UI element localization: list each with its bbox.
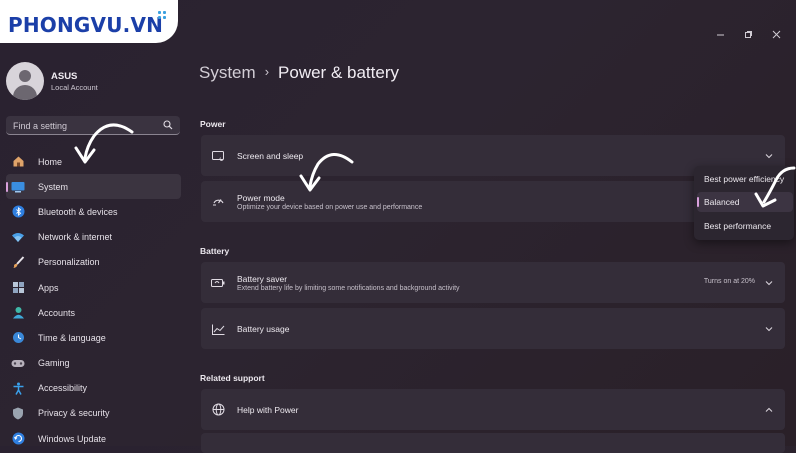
sidebar-item-apps[interactable]: Apps: [6, 275, 181, 300]
globe-icon: [211, 402, 225, 416]
section-title-related-support: Related support: [200, 373, 265, 383]
sidebar-nav: Home System Bluetooth & devices Network …: [6, 149, 181, 451]
sidebar-item-label: Home: [38, 156, 63, 167]
card-description: Extend battery life by limiting some not…: [237, 285, 460, 292]
dropdown-option-best-performance[interactable]: Best performance: [704, 221, 771, 231]
chevron-down-icon[interactable]: [764, 324, 774, 334]
chevron-right-icon: ›: [264, 64, 270, 79]
user-name: ASUS: [51, 71, 78, 82]
card-title: Battery usage: [237, 324, 290, 334]
card-title: Help with Power: [237, 405, 299, 415]
card-next: [201, 433, 785, 453]
sidebar-item-windows-update[interactable]: Windows Update: [6, 426, 181, 451]
battery-saver-icon: [211, 276, 225, 290]
card-help-with-power[interactable]: Help with Power: [201, 389, 785, 430]
breadcrumb-parent[interactable]: System: [199, 63, 256, 82]
sidebar-item-personalization[interactable]: Personalization: [6, 250, 181, 275]
card-battery-saver[interactable]: Battery saver Extend battery life by lim…: [201, 262, 785, 303]
chart-line-icon: [211, 322, 225, 336]
sidebar-item-label: Accessibility: [38, 383, 88, 394]
card-title: Battery saver: [237, 274, 288, 284]
apps-icon: [11, 281, 25, 295]
sidebar-item-accessibility[interactable]: Accessibility: [6, 376, 181, 401]
battery-saver-status: Turns on at 20%: [703, 278, 755, 285]
sidebar-item-system[interactable]: System: [6, 174, 181, 200]
minimize-icon: [716, 34, 724, 35]
annotation-arrow-icon: [74, 123, 134, 164]
sidebar-item-label: Windows Update: [38, 433, 107, 444]
sidebar-item-network[interactable]: Network & internet: [6, 225, 181, 250]
restore-icon: [744, 30, 752, 38]
page-title: Power & battery: [278, 63, 399, 82]
sidebar-item-bluetooth[interactable]: Bluetooth & devices: [6, 199, 181, 224]
system-icon: [11, 180, 25, 194]
chevron-down-icon[interactable]: [764, 278, 774, 288]
search-icon[interactable]: [163, 120, 173, 130]
card-description: Optimize your device based on power use …: [237, 204, 423, 211]
accessibility-icon: [11, 381, 25, 395]
user-account-type: Local Account: [51, 83, 98, 92]
dropdown-selected-indicator: [697, 197, 699, 207]
bluetooth-icon: [11, 205, 25, 219]
section-title-power: Power: [200, 119, 226, 129]
sidebar-item-time-language[interactable]: Time & language: [6, 325, 181, 350]
card-battery-usage[interactable]: Battery usage: [201, 308, 785, 349]
accounts-icon: [11, 306, 25, 320]
sidebar-item-label: Accounts: [38, 307, 76, 318]
sidebar-item-label: Bluetooth & devices: [38, 206, 118, 217]
close-icon: [772, 30, 780, 38]
gamepad-icon: [11, 356, 25, 370]
annotation-arrow-icon: [299, 153, 354, 192]
phongvu-logo: PHONGVU.VN: [0, 0, 178, 43]
sidebar-item-gaming[interactable]: Gaming: [6, 351, 181, 376]
window-controls: [706, 26, 790, 42]
dropdown-option-balanced[interactable]: Balanced: [704, 197, 739, 207]
sidebar-item-privacy[interactable]: Privacy & security: [6, 401, 181, 426]
screen-sleep-icon: [211, 149, 225, 163]
sidebar-item-label: Time & language: [38, 332, 106, 343]
logo-dots-icon: [158, 11, 170, 23]
sidebar-item-label: System: [38, 181, 69, 192]
sidebar-item-label: Apps: [38, 282, 59, 293]
globe-clock-icon: [11, 331, 25, 345]
sidebar-item-accounts[interactable]: Accounts: [6, 300, 181, 325]
home-icon: [11, 155, 25, 169]
avatar[interactable]: [6, 62, 44, 100]
maximize-button[interactable]: [734, 26, 762, 42]
minimize-button[interactable]: [706, 26, 734, 42]
sidebar-item-label: Gaming: [38, 358, 70, 369]
update-icon: [11, 432, 25, 446]
card-title: Power mode: [237, 193, 285, 203]
wifi-icon: [11, 230, 25, 244]
power-mode-icon: [211, 194, 225, 208]
close-button[interactable]: [762, 26, 790, 42]
annotation-arrow-icon: [754, 166, 796, 208]
section-title-battery: Battery: [200, 246, 230, 256]
sidebar-item-label: Network & internet: [38, 232, 113, 243]
logo-text: PHONGVU.VN: [8, 13, 164, 37]
sidebar-item-label: Privacy & security: [38, 408, 110, 419]
brush-icon: [11, 255, 25, 269]
breadcrumb: System › Power & battery: [199, 63, 399, 83]
chevron-up-icon[interactable]: [764, 405, 774, 415]
shield-icon: [11, 406, 25, 420]
sidebar-item-label: Personalization: [38, 257, 100, 268]
